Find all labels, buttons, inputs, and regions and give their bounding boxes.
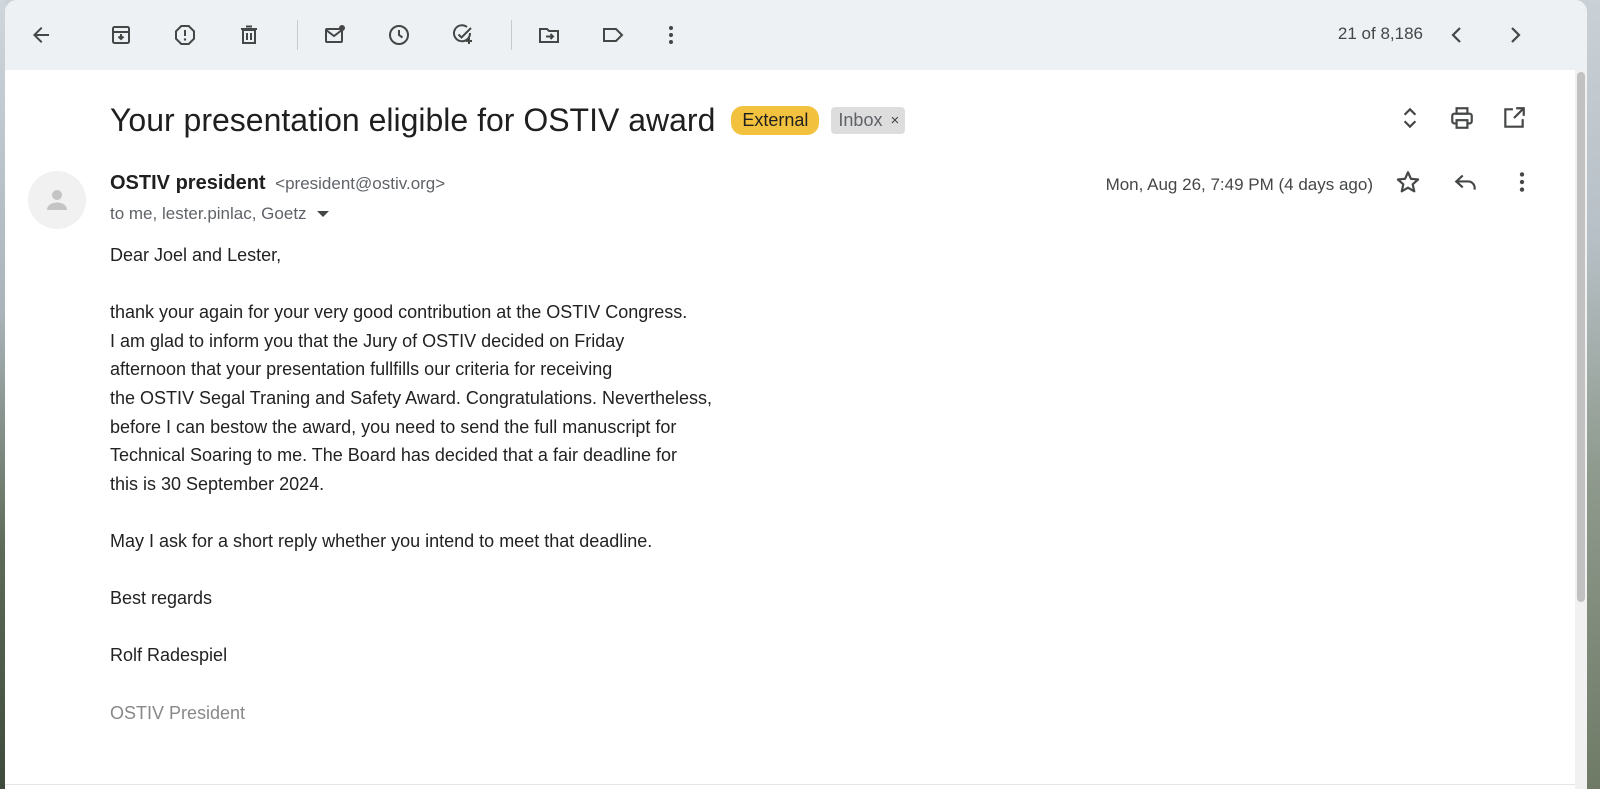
add-task-icon[interactable]: [447, 19, 479, 51]
external-label-chip: External: [731, 105, 820, 135]
body-request: May I ask for a short reply whether you …: [110, 530, 653, 551]
email-toolbar: 21 of 8,186: [5, 0, 1587, 70]
move-to-icon[interactable]: [533, 19, 565, 51]
body-greeting: Dear Joel and Lester,: [110, 245, 282, 265]
newer-chevron-left-icon[interactable]: [1441, 19, 1473, 51]
snooze-icon[interactable]: [383, 19, 415, 51]
sender-line: OSTIV president <president@ostiv.org>: [110, 172, 445, 195]
open-in-new-window-icon[interactable]: [1497, 101, 1531, 135]
star-icon[interactable]: [1391, 165, 1425, 199]
subject-row: Your presentation eligible for OSTIV awa…: [110, 98, 906, 142]
more-vert-icon[interactable]: [655, 19, 687, 51]
message-more-vert-icon[interactable]: [1505, 165, 1539, 199]
archive-icon[interactable]: [105, 19, 137, 51]
scrollbar-thumb[interactable]: [1577, 72, 1585, 602]
remove-label-icon[interactable]: ×: [890, 112, 899, 129]
back-arrow-icon[interactable]: [25, 19, 57, 51]
person-icon: [47, 190, 67, 210]
body-line: thank your again for your very good cont…: [110, 302, 688, 323]
caret-down-icon[interactable]: [316, 211, 329, 217]
pager-count: 21 of 8,186: [1337, 24, 1423, 43]
message-divider: [5, 784, 1575, 785]
email-window: 21 of 8,186 Your presentation eligible f…: [5, 0, 1587, 789]
mark-unread-icon[interactable]: [319, 19, 351, 51]
body-line: Technical Soaring to me. The Board has d…: [110, 445, 678, 466]
email-date: Mon, Aug 26, 7:49 PM (4 days ago): [1105, 175, 1373, 194]
sender-email: <president@ostiv.org>: [275, 174, 446, 193]
body-line: I am glad to inform you that the Jury of…: [110, 330, 625, 351]
toolbar-divider: [511, 20, 512, 50]
reply-icon[interactable]: [1449, 165, 1483, 199]
signature-name: Rolf Radespiel: [110, 645, 228, 666]
sender-avatar: [28, 171, 86, 229]
expand-all-icon[interactable]: [1393, 101, 1427, 135]
delete-icon[interactable]: [233, 19, 265, 51]
report-spam-icon[interactable]: [169, 19, 201, 51]
recipients-dropdown[interactable]: to me, lester.pinlac, Goetz: [110, 204, 329, 224]
recipients-text: to me, lester.pinlac, Goetz: [110, 204, 307, 223]
toolbar-divider: [297, 20, 298, 50]
body-line: afternoon that your presentation fullfil…: [110, 359, 613, 380]
body-line: this is 30 September 2024.: [110, 473, 325, 494]
inbox-label-chip[interactable]: Inbox ×: [831, 106, 906, 134]
body-line: the OSTIV Segal Traning and Safety Award…: [110, 387, 713, 408]
print-icon[interactable]: [1445, 101, 1479, 135]
inbox-label-text: Inbox: [838, 109, 883, 130]
body-paragraph: thank your again for your very good cont…: [110, 298, 810, 498]
signature-title: OSTIV President: [110, 702, 246, 723]
body-closing: Best regards: [110, 588, 213, 609]
older-chevron-right-icon[interactable]: [1499, 19, 1531, 51]
body-line: before I can bestow the award, you need …: [110, 416, 677, 437]
email-body: Dear Joel and Lester, thank your again f…: [110, 241, 810, 756]
label-icon[interactable]: [597, 19, 629, 51]
email-subject: Your presentation eligible for OSTIV awa…: [110, 101, 716, 138]
sender-name[interactable]: OSTIV president: [110, 172, 266, 194]
